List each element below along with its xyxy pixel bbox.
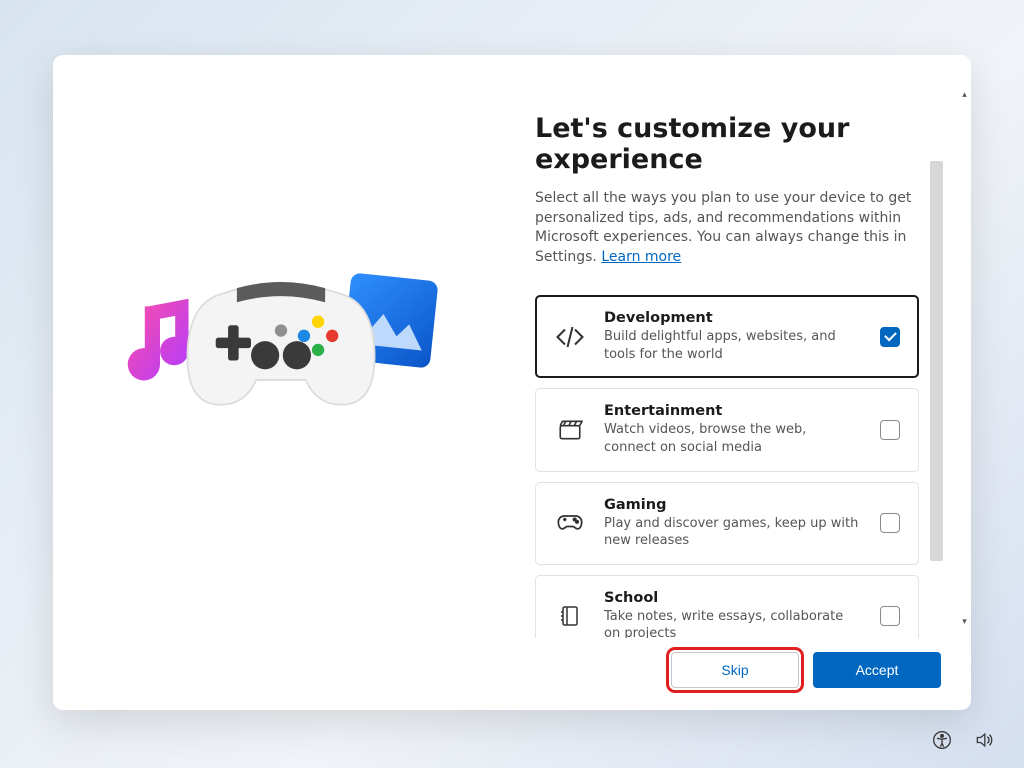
checkbox-school[interactable]	[880, 606, 900, 626]
skip-button[interactable]: Skip	[671, 652, 799, 688]
volume-icon[interactable]	[974, 730, 994, 750]
card-title: Entertainment	[604, 403, 862, 419]
checkbox-entertainment[interactable]	[880, 420, 900, 440]
page-title: Let's customize your experience	[535, 113, 919, 175]
scroll-up-arrow[interactable]: ▴	[958, 88, 971, 102]
illustration-pane	[53, 55, 523, 710]
card-texts: School Take notes, write essays, collabo…	[604, 590, 862, 638]
card-title: Gaming	[604, 497, 862, 513]
learn-more-link[interactable]: Learn more	[601, 249, 681, 265]
card-desc: Take notes, write essays, collaborate on…	[604, 608, 862, 638]
card-school[interactable]: School Take notes, write essays, collabo…	[535, 575, 919, 638]
checkbox-gaming[interactable]	[880, 513, 900, 533]
page-subtitle: Select all the ways you plan to use your…	[535, 189, 919, 267]
card-desc: Build delightful apps, websites, and too…	[604, 328, 862, 363]
subtitle-text: Select all the ways you plan to use your…	[535, 190, 911, 265]
code-icon	[554, 321, 586, 353]
accessibility-icon[interactable]	[932, 730, 952, 750]
game-controller-icon	[181, 267, 381, 417]
oobe-window: ▴ Let's customize your experience Select…	[53, 55, 971, 710]
scroll-area: Let's customize your experience Select a…	[535, 113, 943, 638]
system-tray	[932, 730, 994, 750]
clapperboard-icon	[554, 414, 586, 446]
footer-actions: Skip Accept	[535, 638, 943, 688]
card-texts: Development Build delightful apps, websi…	[604, 310, 862, 363]
accept-button[interactable]: Accept	[813, 652, 941, 688]
gamepad-icon	[554, 507, 586, 539]
card-desc: Watch videos, browse the web, connect on…	[604, 421, 862, 456]
card-gaming[interactable]: Gaming Play and discover games, keep up …	[535, 482, 919, 565]
content-pane: ▴ Let's customize your experience Select…	[523, 55, 971, 710]
card-entertainment[interactable]: Entertainment Watch videos, browse the w…	[535, 388, 919, 471]
card-texts: Gaming Play and discover games, keep up …	[604, 497, 862, 550]
scroll-down-arrow[interactable]: ▾	[958, 615, 971, 629]
checkbox-development[interactable]	[880, 327, 900, 347]
card-development[interactable]: Development Build delightful apps, websi…	[535, 295, 919, 378]
card-desc: Play and discover games, keep up with ne…	[604, 515, 862, 550]
notebook-icon	[554, 600, 586, 632]
card-texts: Entertainment Watch videos, browse the w…	[604, 403, 862, 456]
usage-card-list: Development Build delightful apps, websi…	[535, 295, 919, 638]
hero-illustration	[133, 273, 433, 453]
card-title: Development	[604, 310, 862, 326]
scrollbar-thumb[interactable]	[930, 161, 943, 561]
card-title: School	[604, 590, 862, 606]
